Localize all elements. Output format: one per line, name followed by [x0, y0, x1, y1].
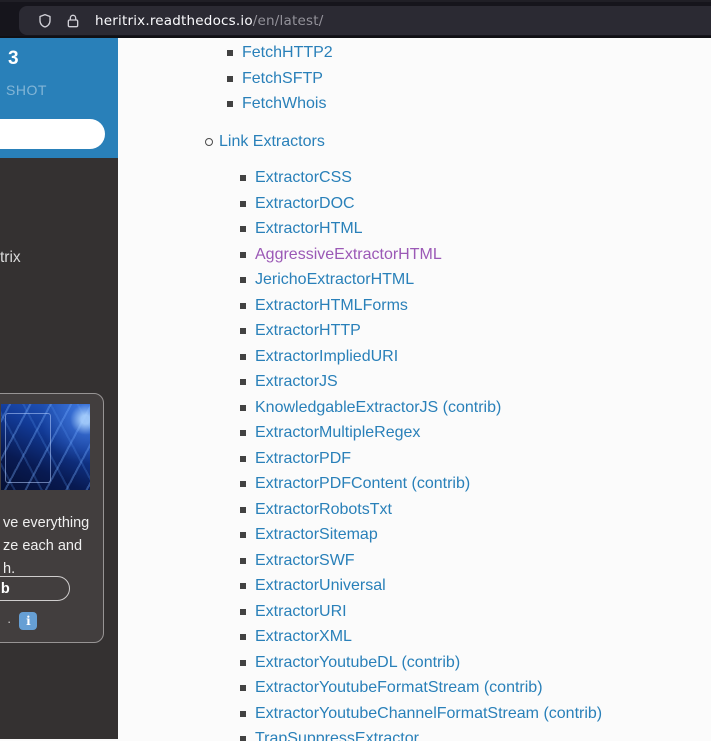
url-path: /en/latest/	[253, 13, 324, 29]
docs-sidebar: 3 SHOT trix ve everything ze each and h.…	[0, 38, 118, 739]
extractor-link[interactable]: ExtractorDOC	[255, 195, 355, 212]
info-icon[interactable]: i	[19, 612, 37, 630]
url-domain: heritrix.readthedocs.io	[95, 13, 253, 29]
extractor-link[interactable]: ExtractorSWF	[255, 552, 355, 569]
ad-image[interactable]	[1, 404, 90, 490]
extractor-link[interactable]: JerichoExtractorHTML	[255, 271, 414, 288]
list-item: FetchHTTP2	[227, 40, 711, 66]
toc-level2: Link Extractors ExtractorCSS ExtractorDO…	[206, 129, 711, 741]
list-item: ExtractorSWF	[240, 548, 711, 574]
sidebar-nav-item[interactable]: trix	[0, 249, 21, 267]
extractor-link[interactable]: ExtractorURI	[255, 603, 347, 620]
extractor-link[interactable]: ExtractorYoutubeChannelFormatStream (con…	[255, 705, 602, 722]
extractor-link[interactable]: ExtractorYoutubeDL (contrib)	[255, 654, 460, 671]
url-text[interactable]: heritrix.readthedocs.io/en/latest/	[95, 13, 323, 29]
extractor-link[interactable]: AggressiveExtractorHTML	[255, 246, 442, 263]
doc-link[interactable]: FetchSFTP	[242, 70, 323, 87]
extractor-link[interactable]: ExtractorXML	[255, 628, 352, 645]
address-bar[interactable]: heritrix.readthedocs.io/en/latest/	[19, 6, 711, 35]
lock-icon[interactable]	[65, 13, 81, 29]
extractor-link[interactable]: ExtractorPDF	[255, 450, 351, 467]
list-item: ExtractorHTMLForms	[240, 293, 711, 319]
extractor-link[interactable]: ExtractorImpliedURI	[255, 348, 398, 365]
fetch-processors-list: FetchHTTP2 FetchSFTP FetchWhois	[227, 40, 711, 117]
ad-separator: ·	[7, 614, 11, 629]
sidebar-header: 3 SHOT	[0, 38, 118, 158]
ad-cta-button[interactable]: ub	[0, 576, 70, 601]
link-extractors-list: ExtractorCSS ExtractorDOC ExtractorHTML …	[240, 165, 711, 741]
browser-toolbar: heritrix.readthedocs.io/en/latest/	[0, 0, 711, 38]
list-item: TrapSuppressExtractor	[240, 726, 711, 741]
extractor-link[interactable]: ExtractorPDFContent (contrib)	[255, 475, 470, 492]
ethical-ad: ve everything ze each and h. ub · i	[0, 393, 104, 643]
list-item: ExtractorYoutubeDL (contrib)	[240, 650, 711, 676]
list-item: ExtractorYoutubeFormatStream (contrib)	[240, 675, 711, 701]
list-item: ExtractorDOC	[240, 191, 711, 217]
extractor-link[interactable]: ExtractorSitemap	[255, 526, 378, 543]
shield-icon[interactable]	[37, 13, 53, 29]
ad-footer: · i	[7, 612, 37, 630]
extractor-link[interactable]: ExtractorHTML	[255, 220, 363, 237]
extractor-link[interactable]: ExtractorRobotsTxt	[255, 501, 392, 518]
project-title[interactable]: 3	[8, 48, 19, 70]
extractor-link[interactable]: ExtractorHTMLForms	[255, 297, 408, 314]
list-item: ExtractorPDF	[240, 446, 711, 472]
list-item: ExtractorImpliedURI	[240, 344, 711, 370]
list-item: ExtractorPDFContent (contrib)	[240, 471, 711, 497]
list-item: ExtractorMultipleRegex	[240, 420, 711, 446]
extractor-link[interactable]: ExtractorHTTP	[255, 322, 361, 339]
list-item: ExtractorSitemap	[240, 522, 711, 548]
doc-link[interactable]: FetchWhois	[242, 95, 326, 112]
section-link-link-extractors[interactable]: Link Extractors	[219, 133, 325, 150]
search-input[interactable]	[0, 119, 105, 149]
list-item: ExtractorRobotsTxt	[240, 497, 711, 523]
list-item: ExtractorXML	[240, 624, 711, 650]
list-item: AggressiveExtractorHTML	[240, 242, 711, 268]
extractor-link[interactable]: KnowledgableExtractorJS (contrib)	[255, 399, 501, 416]
list-item: ExtractorHTTP	[240, 318, 711, 344]
ad-text: ve everything ze each and h.	[3, 512, 103, 581]
list-item: Link Extractors ExtractorCSS ExtractorDO…	[206, 129, 711, 741]
list-item: KnowledgableExtractorJS (contrib)	[240, 395, 711, 421]
project-version: SHOT	[6, 82, 47, 98]
list-item: ExtractorHTML	[240, 216, 711, 242]
list-item: ExtractorCSS	[240, 165, 711, 191]
list-item: FetchSFTP	[227, 66, 711, 92]
extractor-link[interactable]: ExtractorMultipleRegex	[255, 424, 420, 441]
extractor-link[interactable]: ExtractorJS	[255, 373, 338, 390]
extractor-link[interactable]: TrapSuppressExtractor	[255, 730, 419, 741]
list-item: JerichoExtractorHTML	[240, 267, 711, 293]
list-item: ExtractorYoutubeChannelFormatStream (con…	[240, 701, 711, 727]
extractor-link[interactable]: ExtractorCSS	[255, 169, 352, 186]
list-item: ExtractorUniversal	[240, 573, 711, 599]
doc-content: FetchHTTP2 FetchSFTP FetchWhois Link Ext…	[118, 38, 711, 739]
list-item: ExtractorJS	[240, 369, 711, 395]
ad-image-panel	[5, 413, 51, 483]
extractor-link[interactable]: ExtractorYoutubeFormatStream (contrib)	[255, 679, 543, 696]
doc-link[interactable]: FetchHTTP2	[242, 44, 333, 61]
list-item: FetchWhois	[227, 91, 711, 117]
extractor-link[interactable]: ExtractorUniversal	[255, 577, 386, 594]
list-item: ExtractorURI	[240, 599, 711, 625]
